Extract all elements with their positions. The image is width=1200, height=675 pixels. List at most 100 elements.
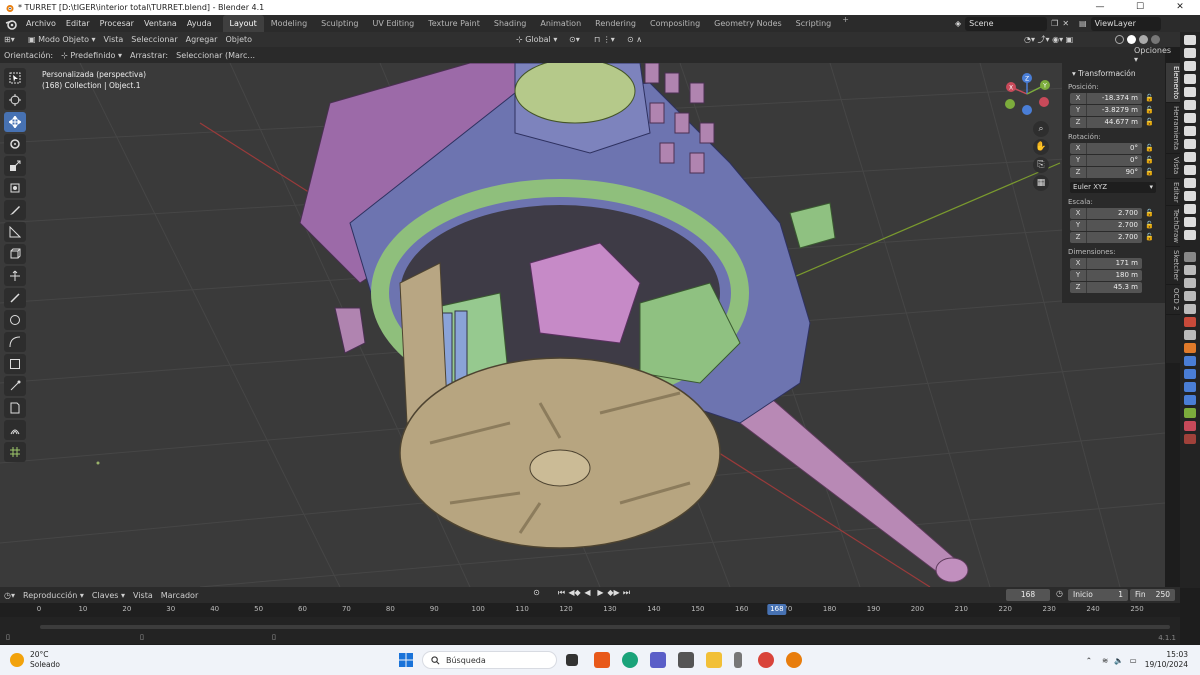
menu-vista[interactable]: Vista (100, 32, 128, 47)
shading-solid-button[interactable] (1115, 35, 1165, 45)
navigation-gizmo[interactable]: Z X Y (1000, 72, 1060, 122)
extrude-tool[interactable] (4, 266, 26, 286)
lock-icon[interactable]: 🔓 (1145, 167, 1155, 178)
tool-properties-icon[interactable] (1184, 252, 1196, 262)
menu-reproduccion[interactable]: Reproducción ▾ (19, 591, 88, 600)
dimensions-x-row[interactable]: X 171 m (1070, 258, 1161, 269)
spiral-tool[interactable] (4, 420, 26, 440)
editor-type-icon[interactable]: ⊞▾ (0, 32, 24, 47)
app-icon-orange[interactable] (594, 652, 610, 668)
lock-icon[interactable]: 🔓 (1145, 143, 1155, 154)
dimensions-x-field[interactable]: 171 m (1086, 258, 1142, 269)
camera-icon[interactable]: ⎘ (1033, 157, 1049, 173)
menu-agregar[interactable]: Agregar (182, 32, 222, 47)
physics-properties-icon[interactable] (1184, 382, 1196, 392)
next-keyframe-icon[interactable]: ◆▶ (607, 588, 620, 598)
weather-widget[interactable]: 20°C Soleado (10, 650, 60, 670)
edge-tool[interactable] (4, 376, 26, 396)
jump-start-icon[interactable]: ⏮ (555, 588, 568, 598)
lock-icon[interactable]: 🔓 (1145, 155, 1155, 166)
outliner-item-icon[interactable] (1184, 35, 1196, 45)
blender-menu-icon[interactable] (4, 17, 18, 31)
scale-z-field[interactable]: 2.700 (1086, 232, 1142, 243)
constraints-properties-icon[interactable] (1184, 395, 1196, 405)
rotation-z-row[interactable]: Z 90° 🔓 (1070, 167, 1161, 178)
menu-procesar[interactable]: Procesar (95, 15, 139, 32)
app-icon-red[interactable] (758, 652, 774, 668)
annotate-tool[interactable] (4, 200, 26, 220)
scale-y-row[interactable]: Y 2.700 🔓 (1070, 220, 1161, 231)
prev-keyframe-icon[interactable]: ◀◆ (568, 588, 581, 598)
maximize-button[interactable]: ☐ (1120, 0, 1160, 15)
gizmo-x-label[interactable]: X (1009, 85, 1013, 92)
transform-orientation-dropdown[interactable]: ⊹ Global ▾ (512, 32, 561, 47)
outliner-item-icon[interactable] (1184, 126, 1196, 136)
menu-claves[interactable]: Claves ▾ (88, 591, 129, 600)
grid-tool[interactable] (4, 442, 26, 462)
arc-tool[interactable] (4, 332, 26, 352)
record-icon[interactable]: ⊙ (530, 588, 543, 598)
proportional-edit-icon[interactable]: ⊙ ∧ (623, 32, 646, 47)
tab-shading[interactable]: Shading (487, 15, 534, 32)
knife-tool[interactable] (4, 288, 26, 308)
menu-marcador[interactable]: Marcador (157, 591, 202, 600)
menu-objeto[interactable]: Objeto (221, 32, 256, 47)
scene-properties-icon[interactable] (1184, 304, 1196, 314)
outliner-item-icon[interactable] (1184, 230, 1196, 240)
taskbar-search[interactable]: Búsqueda (422, 651, 557, 669)
outliner-item-icon[interactable] (1184, 217, 1196, 227)
select-box-tool[interactable] (4, 68, 26, 88)
scene-name-field[interactable]: Scene (965, 16, 1048, 31)
handle-icon[interactable]: ▯ (140, 633, 144, 641)
rotation-x-row[interactable]: X 0° 🔓 (1070, 143, 1161, 154)
position-y-row[interactable]: Y -3.8279 m 🔓 (1070, 105, 1161, 116)
clock[interactable]: 15:03 19/10/2024 (1145, 650, 1188, 670)
clock-icon[interactable]: ◷ (1056, 589, 1063, 598)
minimize-button[interactable]: — (1080, 0, 1120, 15)
rotation-y-row[interactable]: Y 0° 🔓 (1070, 155, 1161, 166)
page-tool[interactable] (4, 398, 26, 418)
tab-scripting[interactable]: Scripting (789, 15, 839, 32)
windows-start-icon[interactable] (398, 652, 414, 668)
tab-elemento[interactable]: Elemento (1166, 63, 1180, 104)
snap-icon[interactable]: ⊓ ⋮▾ (590, 32, 619, 47)
timeline-editor-icon[interactable]: ◷▾ (0, 591, 19, 600)
scale-x-row[interactable]: X 2.700 🔓 (1070, 208, 1161, 219)
close-button[interactable]: ✕ (1160, 0, 1200, 15)
outliner-item-icon[interactable] (1184, 178, 1196, 188)
outliner-item-icon[interactable] (1184, 191, 1196, 201)
play-reverse-icon[interactable]: ◀ (581, 588, 594, 598)
copy-scene-icon[interactable]: ❐ (1051, 19, 1058, 28)
handle-icon[interactable]: ▯ (6, 633, 10, 641)
mode-dropdown[interactable]: ▣ Modo Objeto ▾ (24, 32, 100, 47)
add-cube-tool[interactable] (4, 244, 26, 264)
current-frame-field[interactable]: 168 (1006, 589, 1050, 601)
handle-icon[interactable]: ▯ (272, 633, 276, 641)
particles-properties-icon[interactable] (1184, 369, 1196, 379)
tab-vista[interactable]: Vista (1166, 154, 1180, 179)
play-icon[interactable]: ▶ (594, 588, 607, 598)
object-properties-icon[interactable] (1184, 343, 1196, 353)
material-properties-icon[interactable] (1184, 421, 1196, 431)
chevron-up-icon[interactable]: ⌃ (1086, 656, 1092, 665)
rotation-mode-dropdown[interactable]: Euler XYZ ▾ (1070, 182, 1156, 193)
gizmo-y-label[interactable]: Y (1042, 83, 1047, 90)
rotate-tool[interactable] (4, 134, 26, 154)
position-x-row[interactable]: X -18.374 m 🔓 (1070, 93, 1161, 104)
tab-modeling[interactable]: Modeling (264, 15, 314, 32)
scale-y-field[interactable]: 2.700 (1086, 220, 1142, 231)
view-layer-properties-icon[interactable] (1184, 291, 1196, 301)
tab-sketcher[interactable]: Sketcher (1166, 247, 1180, 286)
file-explorer-icon[interactable] (706, 652, 722, 668)
lock-icon[interactable]: 🔓 (1145, 93, 1155, 104)
playhead-frame-badge[interactable]: 168 (767, 604, 787, 615)
lock-icon[interactable]: 🔓 (1145, 117, 1155, 128)
tab-geometry-nodes[interactable]: Geometry Nodes (707, 15, 788, 32)
menu-seleccionar[interactable]: Seleccionar (127, 32, 181, 47)
cursor-tool[interactable] (4, 90, 26, 110)
outliner-item-icon[interactable] (1184, 139, 1196, 149)
view-layer-icon[interactable]: ▤ (1079, 19, 1087, 28)
texture-properties-icon[interactable] (1184, 434, 1196, 444)
start-frame-field[interactable]: Inicio 1 (1068, 589, 1128, 601)
tab-ocd2[interactable]: OCD 2 (1166, 285, 1180, 315)
